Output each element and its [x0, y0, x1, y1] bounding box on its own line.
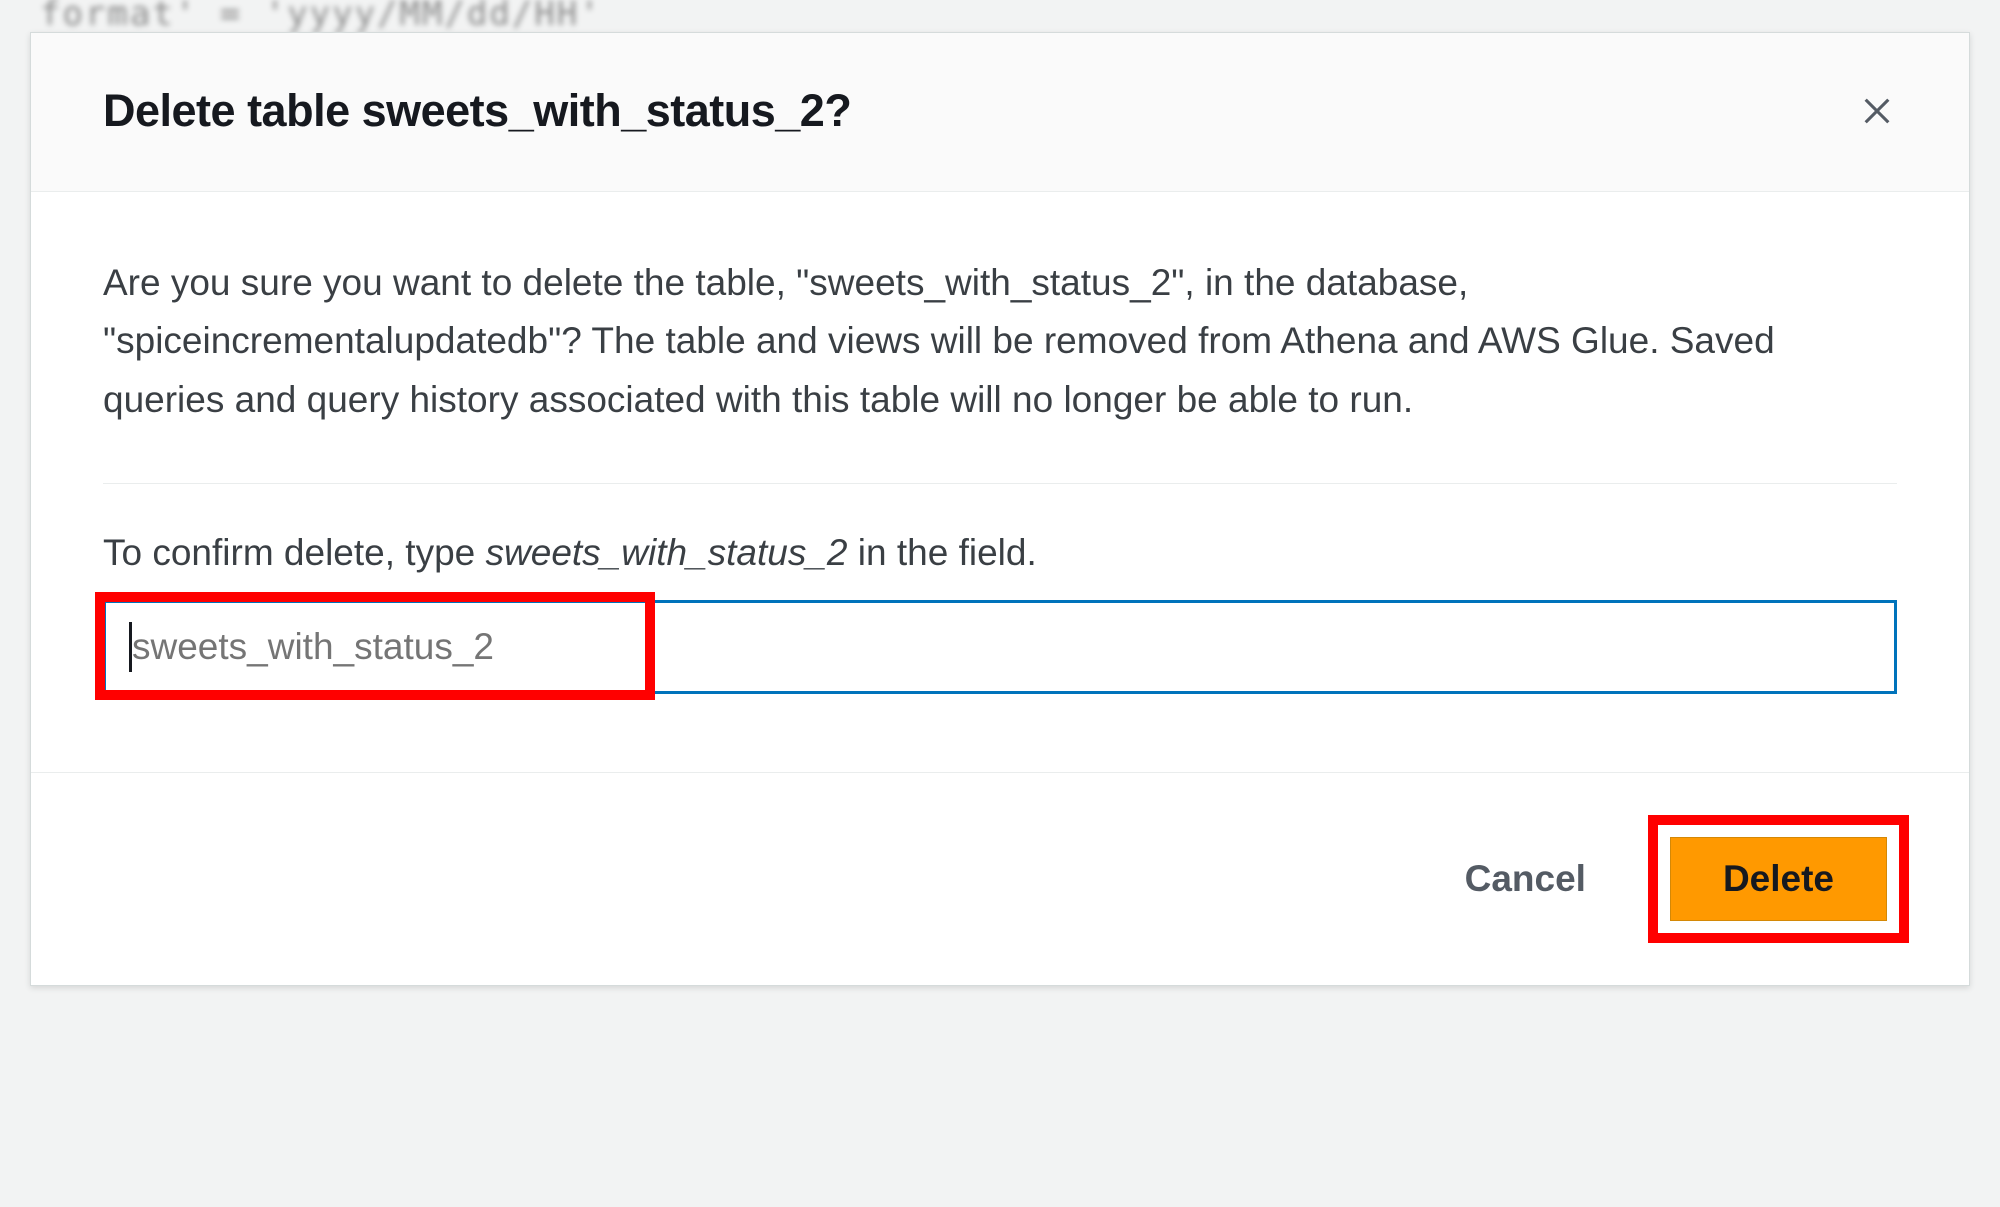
cancel-button[interactable]: Cancel — [1457, 840, 1594, 918]
divider — [103, 483, 1897, 484]
confirm-suffix: in the field. — [848, 532, 1037, 573]
close-button[interactable] — [1857, 91, 1897, 131]
annotation-highlight-delete: Delete — [1648, 815, 1909, 943]
modal-body: Are you sure you want to delete the tabl… — [31, 192, 1969, 772]
close-icon — [1860, 94, 1894, 128]
confirm-input-wrapper — [103, 600, 1897, 694]
confirm-table-name: sweets_with_status_2 — [486, 532, 848, 573]
confirm-input[interactable] — [103, 600, 1897, 694]
modal-header: Delete table sweets_with_status_2? — [31, 33, 1969, 192]
modal-footer: Cancel Delete — [31, 772, 1969, 985]
modal-title: Delete table sweets_with_status_2? — [103, 85, 851, 137]
delete-table-modal: Delete table sweets_with_status_2? Are y… — [30, 32, 1970, 986]
warning-text: Are you sure you want to delete the tabl… — [103, 254, 1897, 429]
delete-button[interactable]: Delete — [1670, 837, 1887, 921]
background-code: format' = 'yyyy/MM/dd/HH' — [40, 0, 602, 34]
text-caret — [129, 622, 132, 672]
confirm-instruction: To confirm delete, type sweets_with_stat… — [103, 532, 1897, 574]
confirm-prefix: To confirm delete, type — [103, 532, 486, 573]
